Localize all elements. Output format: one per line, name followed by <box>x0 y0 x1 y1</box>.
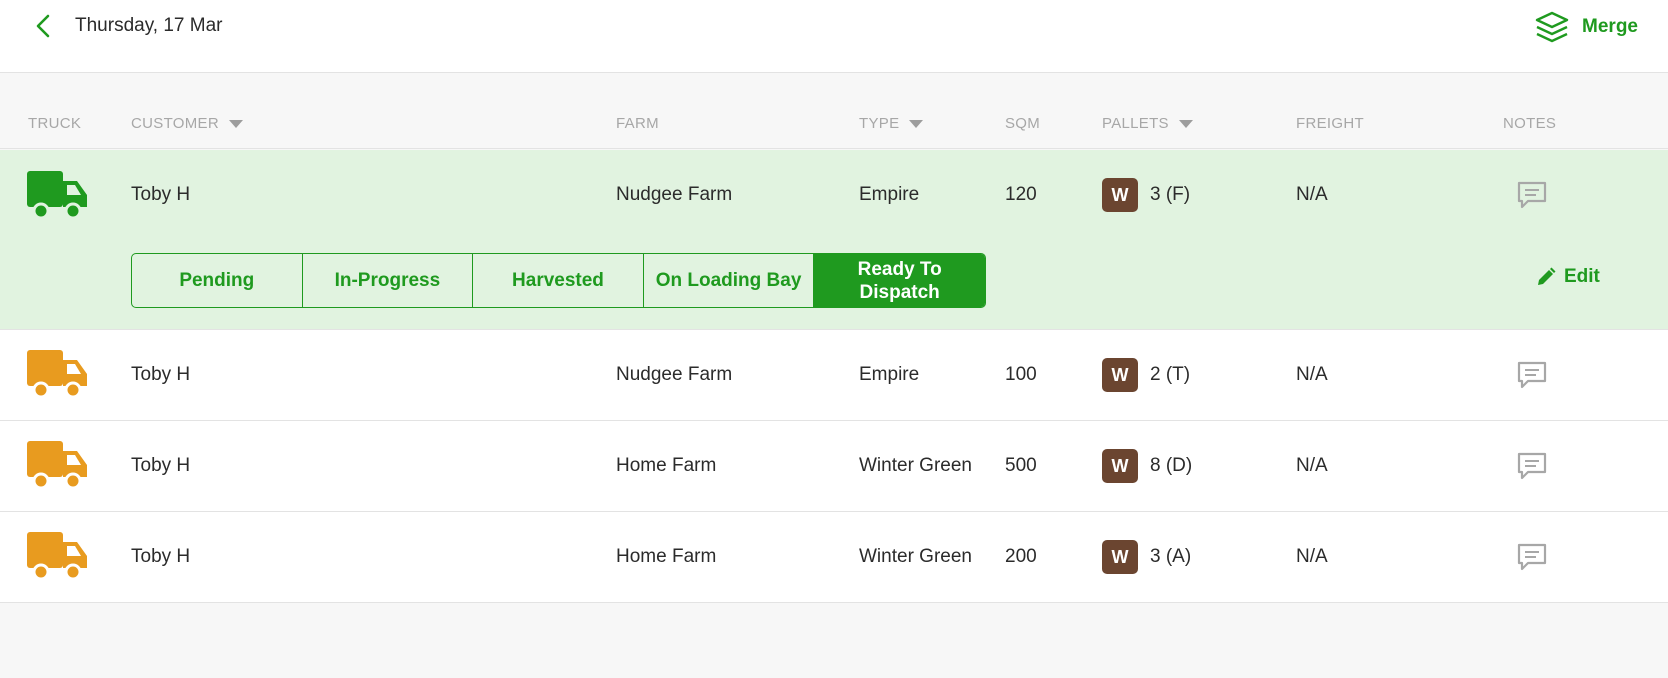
pallet-badge: W <box>1102 449 1138 483</box>
pallet-badge: W <box>1102 358 1138 392</box>
pallet-badge: W <box>1102 540 1138 574</box>
truck-wheel <box>64 202 82 220</box>
truck-wheel <box>64 563 82 581</box>
pallets-cell: 2 (T) <box>1150 364 1191 385</box>
back-button[interactable] <box>30 12 58 40</box>
comment-icon[interactable] <box>1516 542 1548 572</box>
table-row[interactable]: Toby H Home Farm Winter Green 200 W 3 (A… <box>0 512 1668 603</box>
column-header-freight: FREIGHT <box>1296 115 1364 132</box>
comment-icon[interactable] <box>1516 180 1548 210</box>
status-harvested-button[interactable]: Harvested <box>473 254 644 307</box>
column-header-truck: TRUCK <box>28 115 81 132</box>
sqm-cell: 120 <box>1005 184 1037 205</box>
status-on-loading-bay-button[interactable]: On Loading Bay <box>644 254 815 307</box>
truck-wheel <box>32 563 50 581</box>
truck-icon <box>27 532 87 581</box>
caret-down-icon <box>1178 119 1193 128</box>
truck-wheel <box>32 202 50 220</box>
truck-icon <box>27 350 87 399</box>
pallets-cell: 8 (D) <box>1150 455 1193 476</box>
status-pending-button[interactable]: Pending <box>132 254 303 307</box>
comment-icon[interactable] <box>1516 451 1548 481</box>
truck-wheel <box>64 472 82 490</box>
sqm-cell: 200 <box>1005 546 1037 567</box>
type-cell: Winter Green <box>859 546 972 567</box>
truck-wheel <box>32 381 50 399</box>
merge-label: Merge <box>1582 16 1638 37</box>
customer-cell: Toby H <box>131 364 191 385</box>
freight-cell: N/A <box>1296 364 1328 385</box>
sqm-cell: 500 <box>1005 455 1037 476</box>
pencil-icon <box>1538 267 1556 285</box>
column-header-farm: FARM <box>616 115 659 132</box>
edit-label: Edit <box>1564 266 1600 287</box>
truck-wheel <box>32 472 50 490</box>
truck-body <box>27 532 63 568</box>
column-header-farm-label: FARM <box>616 115 659 132</box>
pallet-badge: W <box>1102 178 1138 212</box>
caret-down-icon <box>228 119 243 128</box>
customer-cell: Toby H <box>131 546 191 567</box>
column-header-type[interactable]: TYPE <box>859 115 924 132</box>
truck-wheel <box>64 381 82 399</box>
column-header-truck-label: TRUCK <box>28 115 82 132</box>
table-row[interactable]: Toby H Nudgee Farm Empire 120 W 3 (F) N/… <box>0 150 1668 330</box>
column-header-notes-label: NOTES <box>1503 115 1557 132</box>
farm-cell: Nudgee Farm <box>616 364 733 385</box>
column-header-customer[interactable]: CUSTOMER <box>131 115 243 132</box>
status-segmented-control: Pending In-Progress Harvested On Loading… <box>131 253 986 308</box>
column-header-freight-label: FREIGHT <box>1296 115 1364 132</box>
customer-cell: Toby H <box>131 455 191 476</box>
truck-body <box>27 441 63 477</box>
truck-body <box>27 350 63 386</box>
status-ready-to-dispatch-button[interactable]: Ready To Dispatch <box>814 254 985 307</box>
sqm-cell: 100 <box>1005 364 1037 385</box>
farm-cell: Home Farm <box>616 546 717 567</box>
farm-cell: Nudgee Farm <box>616 184 733 205</box>
column-header-sqm: SQM <box>1005 115 1040 132</box>
freight-cell: N/A <box>1296 184 1328 205</box>
column-header-customer-label: CUSTOMER <box>131 115 219 132</box>
caret-down-icon <box>909 119 924 128</box>
truck-body <box>27 171 63 207</box>
chevron-left-icon <box>36 14 50 38</box>
merge-button[interactable]: Merge <box>1534 9 1638 45</box>
pallets-cell: 3 (F) <box>1150 184 1191 205</box>
column-header-type-label: TYPE <box>859 115 900 132</box>
status-in-progress-button[interactable]: In-Progress <box>303 254 474 307</box>
column-header-pallets-label: PALLETS <box>1102 115 1169 132</box>
layers-icon <box>1535 11 1569 43</box>
farm-cell: Home Farm <box>616 455 717 476</box>
customer-cell: Toby H <box>131 184 191 205</box>
edit-button[interactable]: Edit <box>1536 266 1600 288</box>
freight-cell: N/A <box>1296 546 1328 567</box>
pallets-cell: 3 (A) <box>1150 546 1192 567</box>
type-cell: Empire <box>859 364 920 385</box>
table-row[interactable]: Toby H Home Farm Winter Green 500 W 8 (D… <box>0 421 1668 512</box>
table-header: TRUCK CUSTOMER FARM TYPE SQM PALLETS FRE… <box>0 73 1668 149</box>
freight-cell: N/A <box>1296 455 1328 476</box>
column-header-notes: NOTES <box>1503 115 1556 132</box>
type-cell: Winter Green <box>859 455 972 476</box>
top-bar: Thursday, 17 Mar Merge <box>0 0 1668 73</box>
type-cell: Empire <box>859 184 920 205</box>
page-title-date: Thursday, 17 Mar <box>75 15 223 36</box>
truck-icon <box>27 171 87 220</box>
truck-icon <box>27 441 87 490</box>
comment-icon[interactable] <box>1516 360 1548 390</box>
table-row[interactable]: Toby H Nudgee Farm Empire 100 W 2 (T) N/… <box>0 330 1668 421</box>
column-header-pallets[interactable]: PALLETS <box>1102 115 1193 132</box>
column-header-sqm-label: SQM <box>1005 115 1041 132</box>
